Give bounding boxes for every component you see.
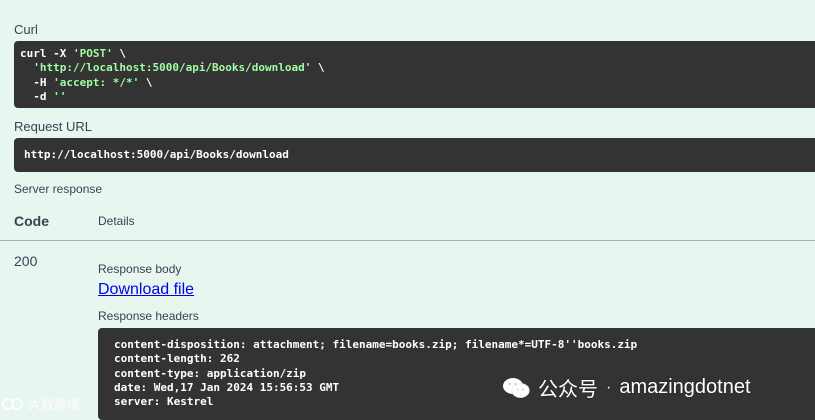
curl-line-3: -H 'accept: */*' \	[20, 75, 153, 89]
watermark-logo-icon	[2, 397, 23, 410]
download-file-link[interactable]: Download file	[98, 281, 194, 299]
watermark-right-separator: ·	[606, 378, 612, 396]
curl-line-4: -d ''	[20, 89, 67, 103]
header-line: content-length: 262	[114, 352, 240, 366]
watermark-right-name: amazingdotnet	[619, 376, 751, 398]
wechat-icon	[503, 377, 530, 398]
code-column-header: Code	[14, 213, 49, 229]
watermark-left-text: 大数跨境	[28, 397, 81, 412]
details-column-header: Details	[98, 214, 135, 228]
header-line: server: Kestrel	[114, 395, 214, 409]
header-line: date: Wed,17 Jan 2024 15:56:53 GMT	[114, 380, 340, 394]
request-url-block[interactable]: http://localhost:5000/api/Books/download	[14, 138, 815, 172]
response-body-label: Response body	[98, 262, 182, 276]
watermark-right: 公众号 · amazingdotnet	[502, 373, 751, 402]
watermark-right-prefix: 公众号	[538, 379, 598, 401]
curl-command-block[interactable]: curl -X 'POST' \ 'http://localhost:5000/…	[14, 41, 815, 108]
header-line: content-disposition: attachment; filenam…	[114, 338, 638, 351]
curl-line-2: 'http://localhost:5000/api/Books/downloa…	[33, 61, 325, 75]
status-code: 200	[14, 253, 38, 269]
curl-line-1: curl -X 'POST' \	[20, 47, 126, 60]
response-headers-label: Response headers	[98, 309, 199, 323]
table-divider	[0, 240, 815, 241]
server-response-label: Server response	[14, 182, 103, 196]
watermark-left: 大数跨境	[2, 394, 80, 413]
request-url-label: Request URL	[14, 119, 93, 134]
curl-label: Curl	[14, 22, 38, 37]
request-url-value: http://localhost:5000/api/Books/download	[24, 148, 289, 161]
header-line: content-type: application/zip	[114, 366, 307, 380]
